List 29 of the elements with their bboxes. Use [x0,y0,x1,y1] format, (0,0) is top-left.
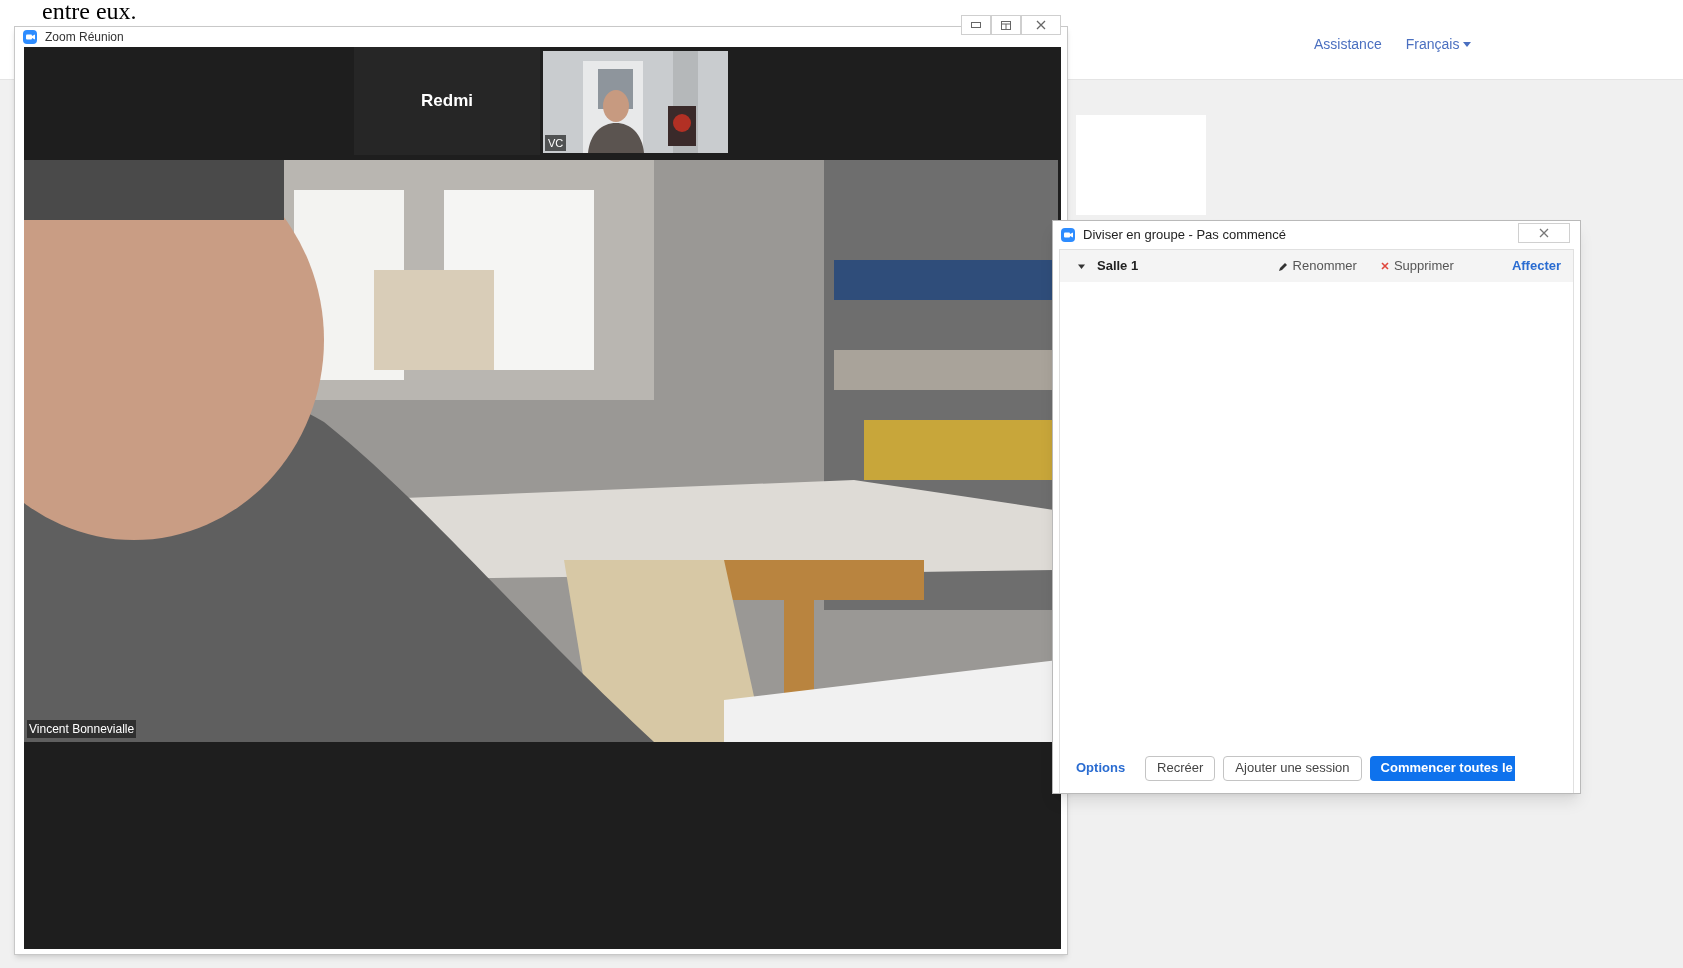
minimize-button[interactable] [961,15,991,35]
assign-button[interactable]: Affecter [1511,256,1561,276]
document-text: entre eux. [42,0,137,24]
minimize-icon [971,22,981,28]
maximize-button[interactable] [991,15,1021,35]
dialog-title: Diviser en groupe - Pas commencé [1083,226,1287,245]
speaker-name: Vincent Bonnevialle [27,720,137,738]
participant-label: VC [545,134,567,151]
maximize-icon [1001,20,1011,30]
video-camera-icon [1061,228,1075,242]
rename-button[interactable]: Renommer [1278,256,1357,276]
room-row[interactable]: Salle 1 Renommer Supprimer Affecter [1060,250,1573,282]
cross-icon [1380,262,1389,270]
window-title: Zoom Réunion [45,29,124,46]
start-all-button[interactable]: Commencer toutes le [1369,755,1515,781]
header-link[interactable]: Assistance [1314,34,1382,55]
caret-icon [1463,42,1472,47]
video-camera-icon [23,30,37,44]
participant-name: Redmi [421,90,473,113]
room-name: Salle 1 [1097,257,1139,276]
language-dropdown[interactable]: Français [1405,34,1472,55]
dialog-button[interactable]: Recréer [1145,755,1216,781]
caret-icon[interactable] [1078,262,1085,270]
pencil-icon [1278,261,1288,271]
options-button[interactable]: Options [1076,758,1126,778]
delete-button[interactable]: Supprimer [1380,256,1454,276]
close-icon [1539,228,1549,238]
close-icon [1036,20,1046,30]
dialog-button[interactable]: Ajouter une session [1223,755,1362,781]
